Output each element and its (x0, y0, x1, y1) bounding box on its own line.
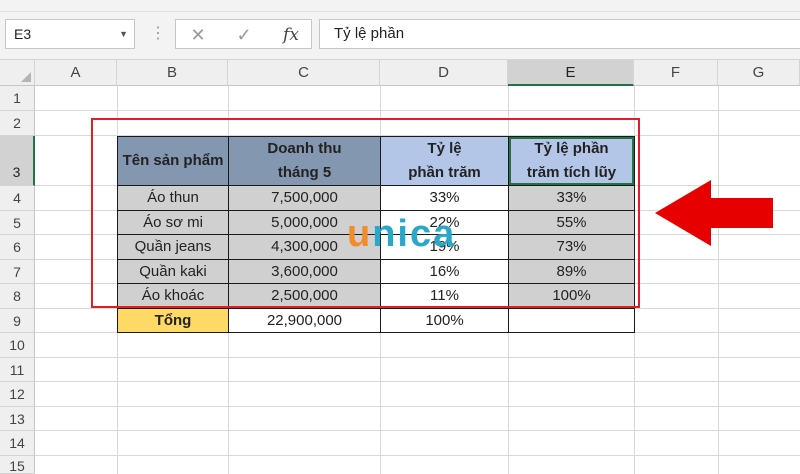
row-header-3[interactable]: 3 (0, 136, 35, 186)
row-header-14[interactable]: 14 (0, 431, 35, 456)
row-header-13[interactable]: 13 (0, 407, 35, 431)
name-box[interactable]: E3 ▼ (5, 19, 135, 49)
row-header-5[interactable]: 5 (0, 211, 35, 235)
column-header-d[interactable]: D (380, 60, 508, 86)
gridline (718, 86, 719, 474)
select-all-icon (21, 72, 31, 82)
unica-watermark-logo: unica (347, 214, 456, 254)
total-cumulative-cell[interactable] (508, 308, 635, 333)
gridline (35, 110, 800, 111)
row-header-7[interactable]: 7 (0, 260, 35, 284)
row-header-9[interactable]: 9 (0, 309, 35, 333)
ribbon-edge (0, 0, 800, 12)
red-arrow-icon (655, 180, 773, 246)
enter-check-icon[interactable]: ✓ (230, 22, 258, 48)
row-header-8[interactable]: 8 (0, 284, 35, 309)
row-header-15[interactable]: 15 (0, 456, 35, 474)
row-header-1[interactable]: 1 (0, 86, 35, 111)
logo-letter: u (347, 213, 373, 255)
row-header-10[interactable]: 10 (0, 333, 35, 358)
row-header-12[interactable]: 12 (0, 382, 35, 407)
row-header-2[interactable]: 2 (0, 111, 35, 136)
row-header-6[interactable]: 6 (0, 235, 35, 260)
cancel-icon[interactable]: ✕ (184, 22, 212, 48)
gridline (35, 381, 800, 382)
select-all-corner[interactable] (0, 60, 35, 86)
chevron-down-icon[interactable]: ▼ (119, 20, 128, 48)
row-header-4[interactable]: 4 (0, 186, 35, 211)
drag-grip-icon[interactable]: ⋮ (150, 24, 166, 44)
gridline (35, 357, 800, 358)
row-header-11[interactable]: 11 (0, 358, 35, 382)
formula-buttons: ✕ ✓ fx (175, 19, 312, 49)
column-header-b[interactable]: B (117, 60, 228, 86)
total-revenue-cell[interactable]: 22,900,000 (228, 308, 381, 333)
total-label-cell[interactable]: Tổng (117, 308, 229, 333)
gridline (35, 455, 800, 456)
name-box-value: E3 (14, 26, 32, 42)
gridline (35, 406, 800, 407)
column-header-c[interactable]: C (228, 60, 380, 86)
column-header-e[interactable]: E (508, 60, 634, 86)
column-header-a[interactable]: A (35, 60, 117, 86)
column-header-f[interactable]: F (634, 60, 718, 86)
insert-function-icon[interactable]: fx (277, 22, 305, 48)
logo-text: nica (372, 213, 457, 255)
column-header-g[interactable]: G (718, 60, 800, 86)
gridline (35, 430, 800, 431)
formula-input[interactable]: Tỷ lệ phần (319, 19, 800, 49)
total-percent-cell[interactable]: 100% (380, 308, 509, 333)
